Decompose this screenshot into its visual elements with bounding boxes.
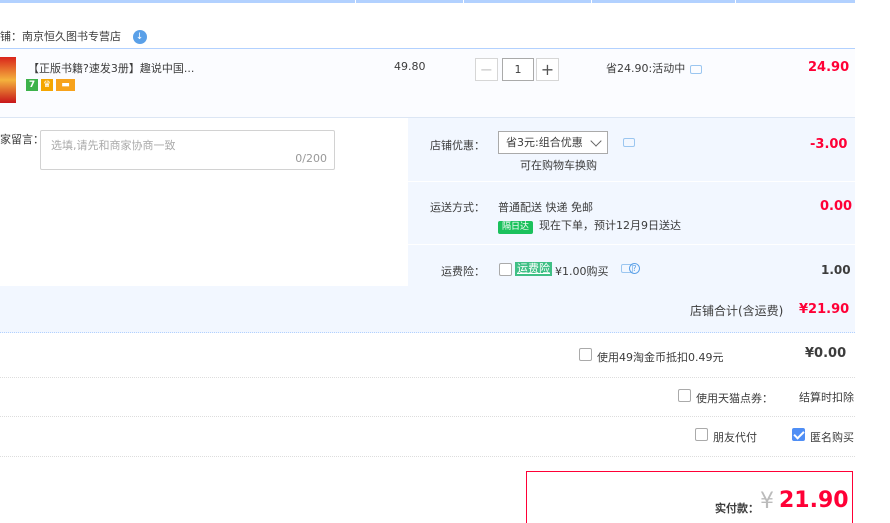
shipping-label: 运送方式： — [430, 201, 485, 214]
product-title[interactable]: 【正版书籍?速发3册】趣说中国... — [28, 60, 194, 76]
coupon-select[interactable]: 省3元:组合优惠 — [498, 131, 608, 154]
next-day-badge: 隔日达 — [498, 221, 534, 234]
order-table-top-border — [0, 0, 855, 3]
divider — [408, 181, 855, 182]
qty-input[interactable]: 1 — [502, 58, 534, 81]
tmall-points-value: 结算时扣除 — [799, 391, 854, 404]
divider — [0, 377, 855, 378]
insurance-tag[interactable]: 运费险 — [515, 262, 552, 276]
chat-shop-icon[interactable]: ↓ — [132, 30, 147, 44]
tmall-points-checkbox[interactable] — [678, 389, 691, 402]
divider — [0, 416, 855, 417]
coupon-hint[interactable]: 可在购物车换购 — [520, 157, 597, 173]
chevron-down-icon — [590, 135, 602, 147]
tmall-points-label: 使用天猫点券： — [696, 392, 773, 405]
qty-minus-button[interactable]: − — [475, 58, 498, 81]
shipping-eta-row: 隔日达 现在下单，预计12月9日送达 — [498, 217, 681, 234]
coins-checkbox[interactable] — [579, 348, 592, 361]
divider — [408, 244, 855, 245]
column-divider — [735, 0, 736, 3]
product-thumbnail[interactable] — [0, 57, 16, 103]
coupon-amount: -3.00 — [810, 137, 848, 152]
insurance-checkbox[interactable] — [499, 263, 512, 276]
currency-symbol: ¥ — [760, 489, 774, 514]
memo-placeholder: 选填,请先和商家协商一致 — [51, 139, 176, 152]
chat-icon[interactable] — [690, 64, 703, 74]
column-divider — [463, 0, 464, 3]
chat-icon[interactable] — [623, 138, 635, 147]
insurance-price: ¥1.00购买 — [555, 265, 609, 278]
payment-total: 21.90 — [779, 488, 849, 513]
anonymous-label: 匿名购买 — [810, 431, 854, 444]
help-icon[interactable]: ? — [629, 263, 640, 274]
divider — [0, 456, 855, 457]
shipping-eta: 现在下单，预计12月9日送达 — [539, 219, 682, 232]
shipping-method: 普通配送 快递 免邮 — [498, 201, 593, 214]
memo-char-count: 0/200 — [295, 152, 327, 165]
service-icons: 7 ♛ ▬ — [26, 77, 78, 91]
shop-prefix: 铺： — [0, 30, 22, 43]
friend-pay-checkbox[interactable] — [695, 428, 708, 441]
insurance-amount: 1.00 — [821, 263, 851, 277]
unit-price: 49.80 — [394, 60, 426, 73]
coins-label: 使用49淘金币抵扣0.49元 — [597, 351, 724, 364]
shop-row: 铺：南京恒久图书专营店 ↓ — [0, 26, 147, 48]
friend-pay-label: 朋友代付 — [713, 431, 757, 444]
insurance-label: 运费险： — [441, 265, 485, 278]
item-subtotal: 24.90 — [808, 60, 850, 75]
seven-day-icon[interactable]: 7 — [26, 78, 38, 91]
coupon-selected: 省3元:组合优惠 — [506, 136, 583, 149]
shipping-amount: 0.00 — [820, 199, 853, 214]
saving-info: 省24.90:活动中 — [606, 60, 703, 76]
saving-text: 省24.90:活动中 — [606, 62, 686, 75]
card-icon[interactable]: ▬ — [56, 78, 75, 91]
coupon-label: 店铺优惠： — [430, 139, 485, 152]
shop-total-label: 店铺合计(含运费) — [690, 304, 784, 318]
cart-item-row: 【正版书籍?速发3册】趣说中国... 7 ♛ ▬ 49.80 — [0, 48, 855, 118]
memo-label: 家留言： — [0, 133, 44, 146]
crown-icon[interactable]: ♛ — [41, 78, 53, 91]
column-divider — [591, 0, 592, 3]
column-divider — [355, 0, 356, 3]
shop-total-value: ¥21.90 — [799, 302, 850, 317]
payment-label: 实付款： — [715, 502, 759, 515]
coins-value: ¥0.00 — [805, 346, 847, 361]
shop-name[interactable]: 南京恒久图书专营店 — [22, 30, 121, 43]
qty-plus-button[interactable]: + — [536, 58, 559, 81]
seller-memo-input[interactable]: 选填,请先和商家协商一致 0/200 — [40, 130, 335, 170]
anonymous-checkbox[interactable] — [792, 428, 805, 441]
